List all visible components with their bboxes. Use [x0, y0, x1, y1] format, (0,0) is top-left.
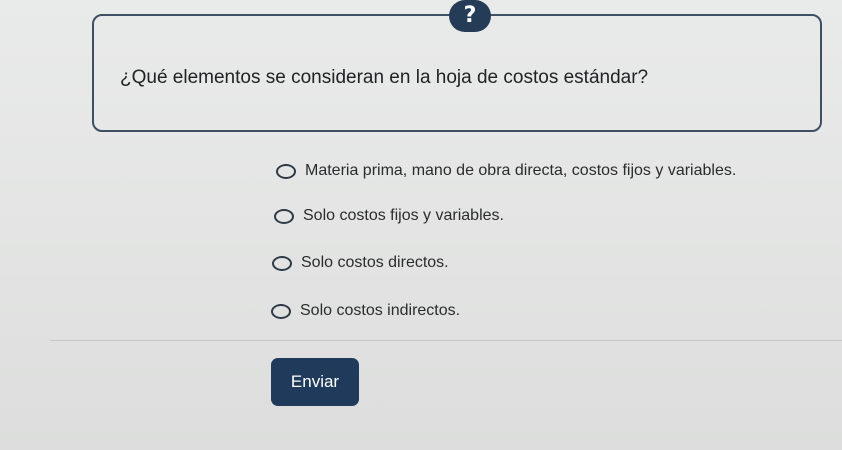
- option-3[interactable]: Solo costos directos.: [272, 254, 449, 272]
- option-label: Materia prima, mano de obra directa, cos…: [305, 162, 737, 179]
- radio-button[interactable]: [274, 208, 294, 224]
- radio-button[interactable]: [276, 163, 296, 179]
- radio-button[interactable]: [271, 303, 291, 319]
- option-label: Solo costos fijos y variables.: [303, 207, 504, 224]
- radio-button[interactable]: [272, 255, 292, 271]
- help-glyph: ?: [463, 3, 477, 28]
- option-label: Solo costos directos.: [301, 254, 449, 271]
- submit-button[interactable]: Enviar: [271, 358, 359, 406]
- option-1[interactable]: Materia prima, mano de obra directa, cos…: [276, 162, 736, 180]
- option-4[interactable]: Solo costos indirectos.: [271, 302, 460, 320]
- divider: [50, 340, 842, 341]
- question-text: ¿Qué elementos se consideran en la hoja …: [120, 67, 649, 88]
- question-mark-icon: ?: [449, 0, 491, 32]
- option-label: Solo costos indirectos.: [300, 302, 461, 319]
- option-2[interactable]: Solo costos fijos y variables.: [274, 207, 504, 225]
